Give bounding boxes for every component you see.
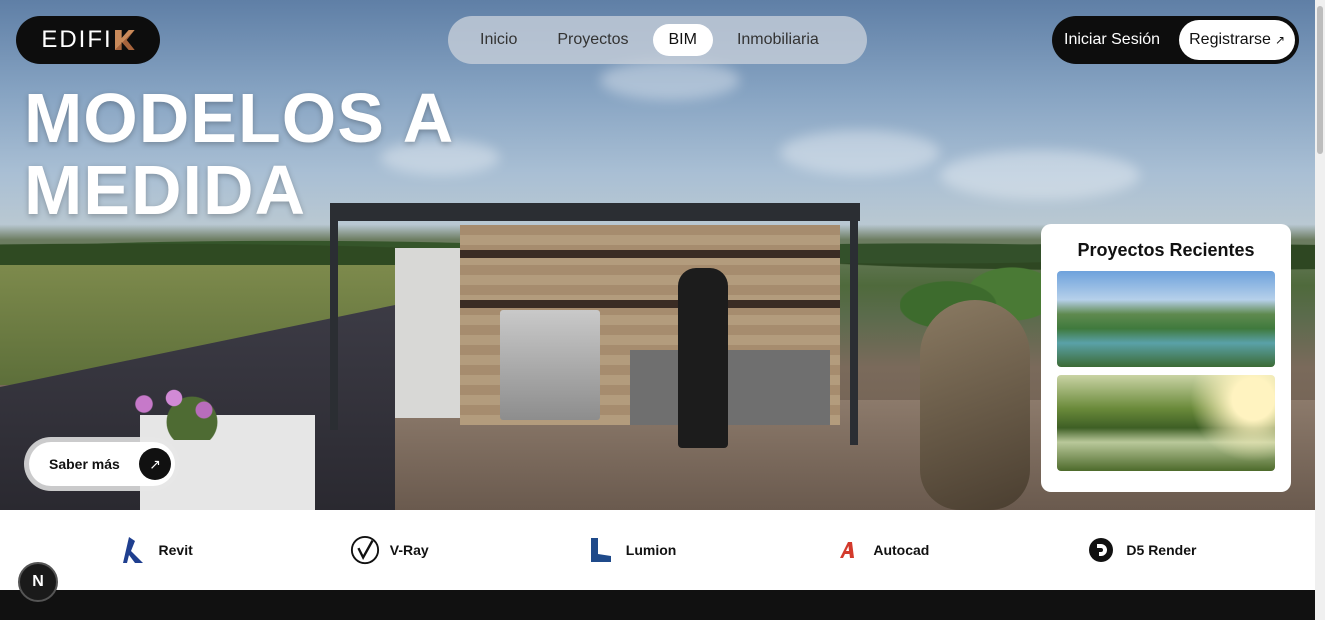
dev-tools-badge[interactable]: N	[18, 562, 58, 602]
flowers	[120, 380, 240, 440]
project-thumbnail[interactable]	[1057, 271, 1275, 367]
auth-group: Iniciar Sesión Registrarse ↗	[1052, 16, 1299, 64]
project-thumbnail[interactable]	[1057, 375, 1275, 471]
main-nav: Inicio Proyectos BIM Inmobiliaria	[448, 16, 867, 64]
wood-beam	[460, 250, 840, 258]
tool-vray: V-Ray	[350, 535, 429, 565]
pergola-post	[850, 210, 858, 445]
footer-band	[0, 590, 1315, 620]
register-label: Registrarse	[1189, 31, 1271, 48]
d5-render-icon	[1086, 535, 1116, 565]
saber-mas-button[interactable]: Saber más ↗	[29, 442, 175, 486]
tool-revit: Revit	[119, 535, 193, 565]
white-wall	[395, 248, 460, 418]
dev-badge-label: N	[32, 573, 44, 590]
register-button[interactable]: Registrarse ↗	[1179, 20, 1295, 60]
tool-d5-render: D5 Render	[1086, 535, 1196, 565]
nav-item-inmobiliaria[interactable]: Inmobiliaria	[721, 24, 835, 56]
grill	[500, 310, 600, 420]
brand-logo-text: EDIFI	[41, 26, 113, 53]
brand-k-icon	[114, 30, 135, 50]
vray-icon	[350, 535, 380, 565]
brand-logo[interactable]: EDIFI	[16, 16, 160, 64]
headline-line-1: MODELOS A	[24, 79, 455, 157]
arrow-up-right-icon: ↗	[1274, 33, 1285, 47]
software-strip: Revit V-Ray Lumion Autocad D5 Render	[0, 510, 1315, 590]
headline-line-2: MEDIDA	[24, 151, 307, 229]
nav-item-bim[interactable]: BIM	[652, 24, 713, 56]
person-figure	[678, 268, 728, 448]
autocad-icon	[833, 535, 863, 565]
nav-item-proyectos[interactable]: Proyectos	[541, 24, 644, 56]
recent-projects-title: Proyectos Recientes	[1077, 240, 1255, 260]
cloud	[780, 130, 940, 175]
hanging-chair	[920, 300, 1030, 510]
arrow-up-right-icon: ↗	[139, 448, 171, 480]
recent-projects-card: Proyectos Recientes	[1041, 224, 1291, 492]
bbq-counter	[630, 350, 830, 425]
tool-label: Autocad	[873, 542, 930, 558]
cta-wrapper: Saber más ↗	[24, 437, 180, 491]
revit-icon	[119, 535, 149, 565]
tool-autocad: Autocad	[833, 535, 929, 565]
tool-label: Lumion	[625, 542, 677, 558]
cloud	[940, 150, 1140, 200]
lumion-icon	[586, 535, 616, 565]
scrollbar-thumb[interactable]	[1317, 6, 1323, 154]
hero-headline: MODELOS A MEDIDA	[24, 82, 454, 226]
pergola-post	[330, 210, 338, 430]
tool-label: Revit	[158, 542, 193, 558]
tool-lumion: Lumion	[586, 535, 677, 565]
wood-beam	[460, 300, 840, 308]
cta-label: Saber más	[49, 456, 120, 472]
nav-item-inicio[interactable]: Inicio	[464, 24, 533, 56]
tool-label: D5 Render	[1126, 542, 1197, 558]
page-scrollbar[interactable]	[1315, 0, 1325, 620]
cloud	[600, 60, 740, 100]
login-button[interactable]: Iniciar Sesión	[1064, 31, 1179, 49]
tool-label: V-Ray	[389, 542, 429, 558]
